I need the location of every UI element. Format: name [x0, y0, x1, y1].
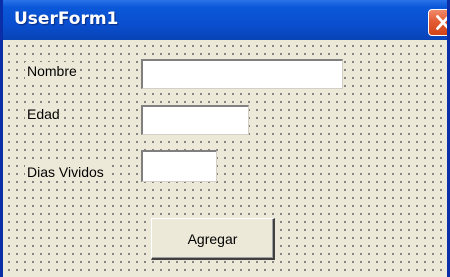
close-button[interactable]	[428, 9, 447, 36]
userform-window: UserForm1 Nombre Edad Dias Vividos Agreg…	[0, 0, 450, 277]
agregar-button[interactable]: Agregar	[151, 218, 275, 260]
edad-textbox[interactable]	[141, 105, 249, 135]
form-design-grid: Nombre Edad Dias Vividos Agregar	[3, 40, 447, 277]
edad-label: Edad	[25, 105, 62, 123]
nombre-textbox[interactable]	[141, 59, 343, 89]
window-bottom-edge	[3, 273, 447, 277]
dias-vividos-textbox[interactable]	[141, 150, 217, 182]
nombre-label: Nombre	[25, 62, 79, 80]
title-bar[interactable]: UserForm1	[3, 0, 447, 40]
close-icon	[436, 15, 447, 30]
dias-vividos-label: Dias Vividos	[25, 163, 106, 181]
window-title: UserForm1	[14, 9, 119, 29]
